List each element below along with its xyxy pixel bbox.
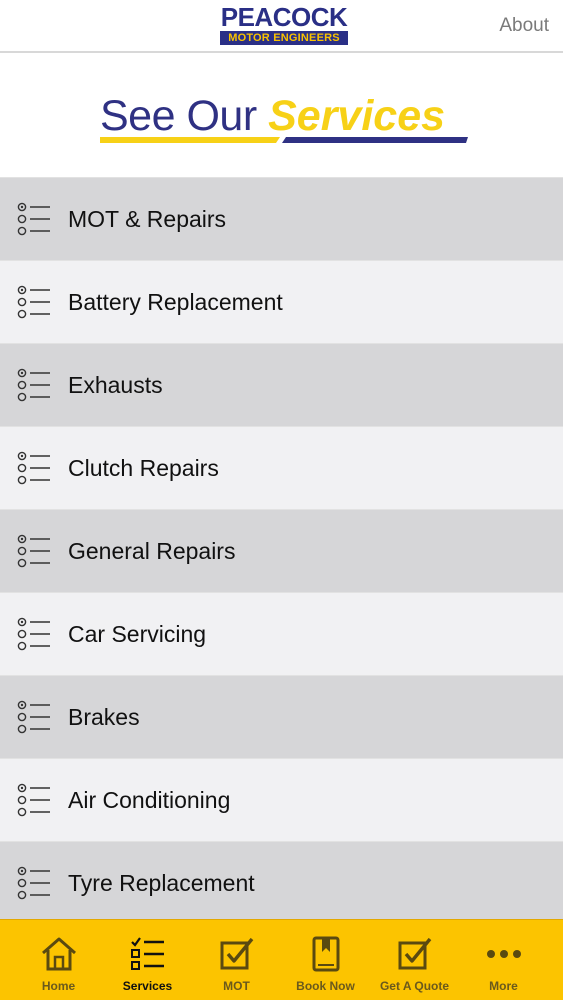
tab-get-a-quote[interactable]: Get A Quote [370, 920, 459, 1000]
service-item-label: MOT & Repairs [68, 206, 227, 232]
service-item-label: General Repairs [68, 538, 236, 564]
tab-label: Home [41, 979, 76, 993]
banner-title: See Our Services [100, 91, 445, 141]
service-item-brakes[interactable]: Brakes [0, 675, 563, 758]
list-icon [17, 783, 50, 817]
tab-more[interactable]: More [459, 920, 548, 1000]
house-icon [42, 937, 76, 971]
tab-label: Get A Quote [379, 979, 450, 993]
service-list: MOT & Repairs Battery Replacement Exhaus… [0, 177, 563, 924]
checkbox-icon [220, 937, 254, 970]
service-item-mot-repairs[interactable]: MOT & Repairs [0, 177, 563, 260]
list-icon [17, 202, 50, 236]
tab-book-now[interactable]: Book Now [281, 920, 370, 1000]
tab-services[interactable]: Services [103, 920, 192, 1000]
banner-title-part1: See Our [100, 92, 269, 140]
checklist-icon [131, 937, 164, 970]
bottom-tab-bar: Home Services MOT Book Now Get A Quote M… [0, 919, 563, 1000]
tab-mot[interactable]: MOT [192, 920, 281, 1000]
service-item-battery-replacement[interactable]: Battery Replacement [0, 260, 563, 343]
service-item-label: Air Conditioning [68, 787, 231, 813]
bookmark-book-icon [312, 936, 340, 972]
list-icon [17, 285, 50, 319]
service-item-clutch-repairs[interactable]: Clutch Repairs [0, 426, 563, 509]
more-dots-icon [487, 950, 521, 958]
tab-label: Book Now [296, 979, 355, 993]
tab-home[interactable]: Home [14, 920, 103, 1000]
list-icon [17, 866, 50, 900]
service-item-air-conditioning[interactable]: Air Conditioning [0, 758, 563, 841]
about-link[interactable]: About [499, 15, 549, 37]
tab-label: More [489, 979, 518, 993]
top-header: PEACOCK MOTOR ENGINEERS About [0, 0, 563, 53]
logo-subtitle: MOTOR ENGINEERS [220, 31, 348, 45]
service-item-label: Battery Replacement [68, 289, 283, 315]
banner-underline-swoosh [100, 137, 468, 143]
service-item-car-servicing[interactable]: Car Servicing [0, 592, 563, 675]
list-icon [17, 700, 50, 734]
service-item-label: Tyre Replacement [68, 870, 255, 896]
list-icon [17, 617, 50, 651]
list-icon [17, 534, 50, 568]
peacock-logo[interactable]: PEACOCK MOTOR ENGINEERS [219, 4, 349, 47]
list-icon [17, 368, 50, 402]
services-banner: See Our Services [0, 53, 563, 177]
tab-label: MOT [223, 979, 250, 993]
logo-title: PEACOCK [220, 2, 348, 32]
list-icon [17, 451, 50, 485]
tab-label: Services [122, 979, 173, 993]
service-item-label: Car Servicing [68, 621, 207, 647]
service-item-label: Brakes [68, 704, 140, 730]
service-item-exhausts[interactable]: Exhausts [0, 343, 563, 426]
checkbox-icon [398, 937, 432, 970]
service-item-general-repairs[interactable]: General Repairs [0, 509, 563, 592]
service-item-label: Exhausts [68, 372, 163, 398]
app-screen: PEACOCK MOTOR ENGINEERS About See Our Se… [0, 0, 563, 1000]
service-item-tyre-replacement[interactable]: Tyre Replacement [0, 841, 563, 924]
banner-title-part2: Services [268, 92, 446, 140]
service-item-label: Clutch Repairs [68, 455, 219, 481]
